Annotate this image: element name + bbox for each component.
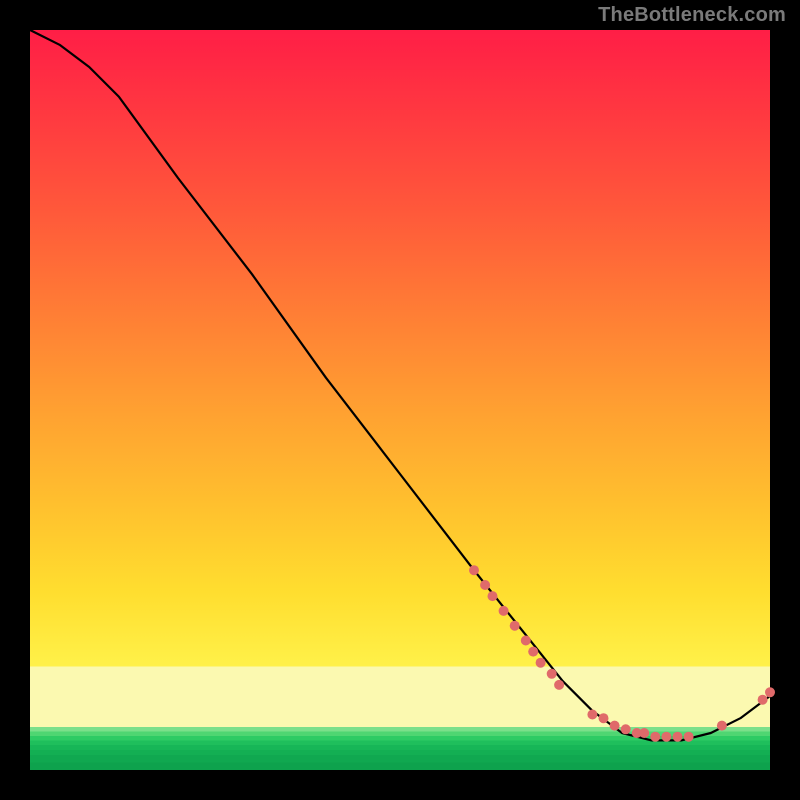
plot-area [30,30,770,770]
curve-marker [758,695,768,705]
curve-marker [621,724,631,734]
curve-marker [717,721,727,731]
watermark-text: TheBottleneck.com [598,4,786,27]
curve-markers [469,565,775,742]
curve-marker [554,680,564,690]
curve-marker [469,565,479,575]
curve-marker [488,591,498,601]
curve-marker [587,710,597,720]
curve-marker [499,606,509,616]
curve-marker [599,713,609,723]
curve-marker [765,687,775,697]
curve-marker [536,658,546,668]
chart-stage: TheBottleneck.com [0,0,800,800]
curve-marker [639,728,649,738]
chart-overlay [30,30,770,770]
curve-marker [547,669,557,679]
curve-marker [610,721,620,731]
curve-marker [510,621,520,631]
curve-marker [480,580,490,590]
curve-marker [528,647,538,657]
curve-marker [684,732,694,742]
curve-marker [673,732,683,742]
curve-marker [521,636,531,646]
curve-marker [661,732,671,742]
bottleneck-curve-line [30,30,770,740]
curve-marker [650,732,660,742]
